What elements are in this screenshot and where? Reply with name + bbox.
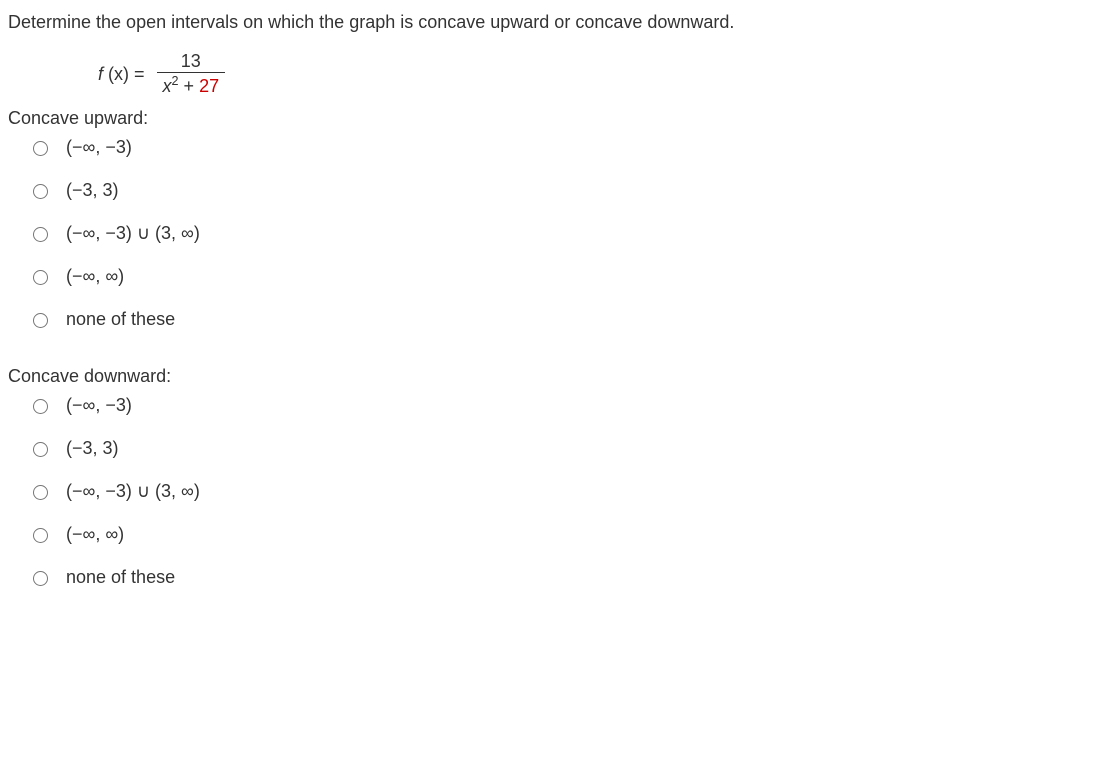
choice-text: (−3, 3) (66, 438, 119, 459)
den-x: x (163, 76, 172, 96)
radio-down-3[interactable] (33, 485, 48, 500)
den-plus: + (179, 76, 200, 96)
function-expression: f (x) = 13 x2 + 27 (98, 51, 1085, 98)
fx-label: f (x) = (98, 64, 145, 85)
question-prompt: Determine the open intervals on which th… (8, 12, 1085, 33)
choice-text: (−∞, −3) ∪ (3, ∞) (66, 481, 200, 502)
radio-up-1[interactable] (33, 141, 48, 156)
choice-text: (−3, 3) (66, 180, 119, 201)
concave-upward-label: Concave upward: (8, 108, 1085, 129)
radio-up-5[interactable] (33, 313, 48, 328)
choice-up-1[interactable]: (−∞, −3) (28, 137, 1085, 158)
radio-up-4[interactable] (33, 270, 48, 285)
choice-text: (−∞, ∞) (66, 524, 124, 545)
concave-downward-choices: (−∞, −3) (−3, 3) (−∞, −3) ∪ (3, ∞) (−∞, … (28, 395, 1085, 588)
fx-x: (x) = (103, 64, 145, 84)
choice-down-5[interactable]: none of these (28, 567, 1085, 588)
choice-up-5[interactable]: none of these (28, 309, 1085, 330)
radio-up-3[interactable] (33, 227, 48, 242)
radio-up-2[interactable] (33, 184, 48, 199)
den-exp: 2 (172, 74, 179, 88)
denominator: x2 + 27 (157, 72, 226, 98)
den-const: 27 (199, 76, 219, 96)
choice-text: none of these (66, 309, 175, 330)
choice-text: (−∞, −3) (66, 395, 132, 416)
choice-up-2[interactable]: (−3, 3) (28, 180, 1085, 201)
choice-text: none of these (66, 567, 175, 588)
choice-up-3[interactable]: (−∞, −3) ∪ (3, ∞) (28, 223, 1085, 244)
fraction: 13 x2 + 27 (157, 51, 226, 98)
choice-down-4[interactable]: (−∞, ∞) (28, 524, 1085, 545)
choice-down-2[interactable]: (−3, 3) (28, 438, 1085, 459)
concave-upward-choices: (−∞, −3) (−3, 3) (−∞, −3) ∪ (3, ∞) (−∞, … (28, 137, 1085, 330)
choice-text: (−∞, −3) (66, 137, 132, 158)
choice-down-3[interactable]: (−∞, −3) ∪ (3, ∞) (28, 481, 1085, 502)
choice-up-4[interactable]: (−∞, ∞) (28, 266, 1085, 287)
radio-down-1[interactable] (33, 399, 48, 414)
radio-down-5[interactable] (33, 571, 48, 586)
choice-down-1[interactable]: (−∞, −3) (28, 395, 1085, 416)
numerator: 13 (177, 51, 205, 72)
radio-down-4[interactable] (33, 528, 48, 543)
choice-text: (−∞, −3) ∪ (3, ∞) (66, 223, 200, 244)
radio-down-2[interactable] (33, 442, 48, 457)
choice-text: (−∞, ∞) (66, 266, 124, 287)
concave-downward-label: Concave downward: (8, 366, 1085, 387)
